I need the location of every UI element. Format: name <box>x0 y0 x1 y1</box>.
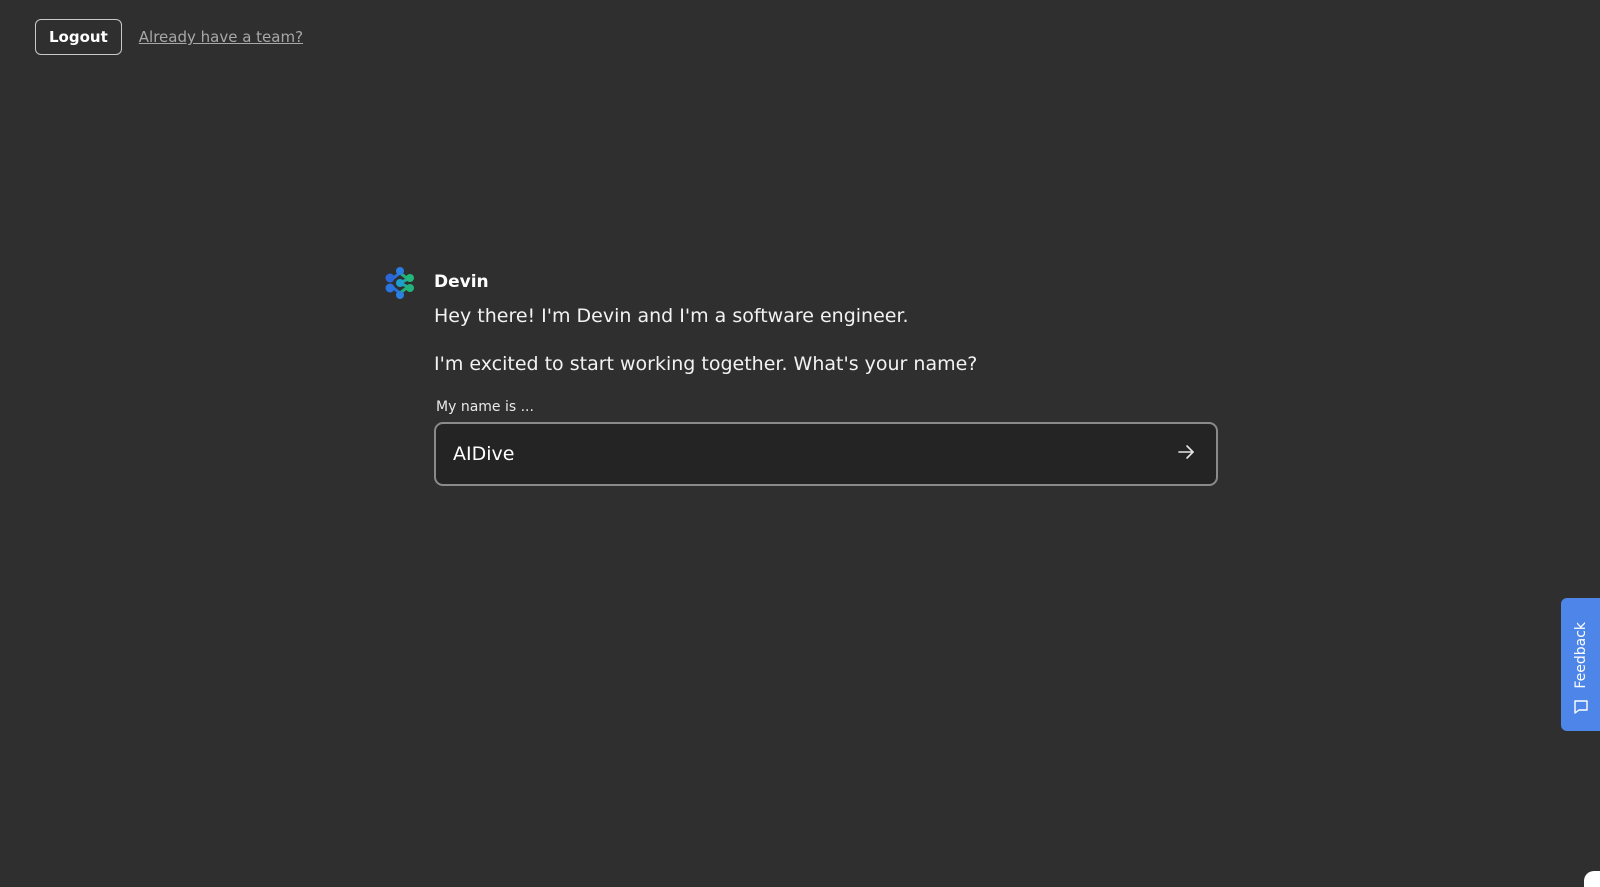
submit-button[interactable] <box>1164 432 1208 476</box>
message-text: Hey there! I'm Devin and I'm a software … <box>434 305 909 327</box>
message-content: Devin Hey there! I'm Devin and I'm a sof… <box>434 265 1218 486</box>
onboarding-page: Logout Already have a team? Devin Hey th… <box>0 0 1600 887</box>
top-bar: Logout Already have a team? <box>35 19 303 55</box>
name-field-label: My name is ... <box>436 399 534 415</box>
already-have-team-link[interactable]: Already have a team? <box>139 28 303 46</box>
message-text: I'm excited to start working together. W… <box>434 353 978 375</box>
sender-name: Devin <box>434 272 489 292</box>
feedback-label: Feedback <box>1572 622 1589 689</box>
devin-logo-icon <box>382 265 418 301</box>
arrow-right-icon <box>1177 443 1195 465</box>
name-input-container <box>434 422 1218 486</box>
logout-button[interactable]: Logout <box>35 19 122 55</box>
feedback-button[interactable]: Feedback <box>1561 598 1600 731</box>
chat-bubble-icon <box>1573 699 1589 719</box>
chat-widget-launcher[interactable] <box>1584 871 1600 887</box>
name-input[interactable] <box>436 424 1164 484</box>
